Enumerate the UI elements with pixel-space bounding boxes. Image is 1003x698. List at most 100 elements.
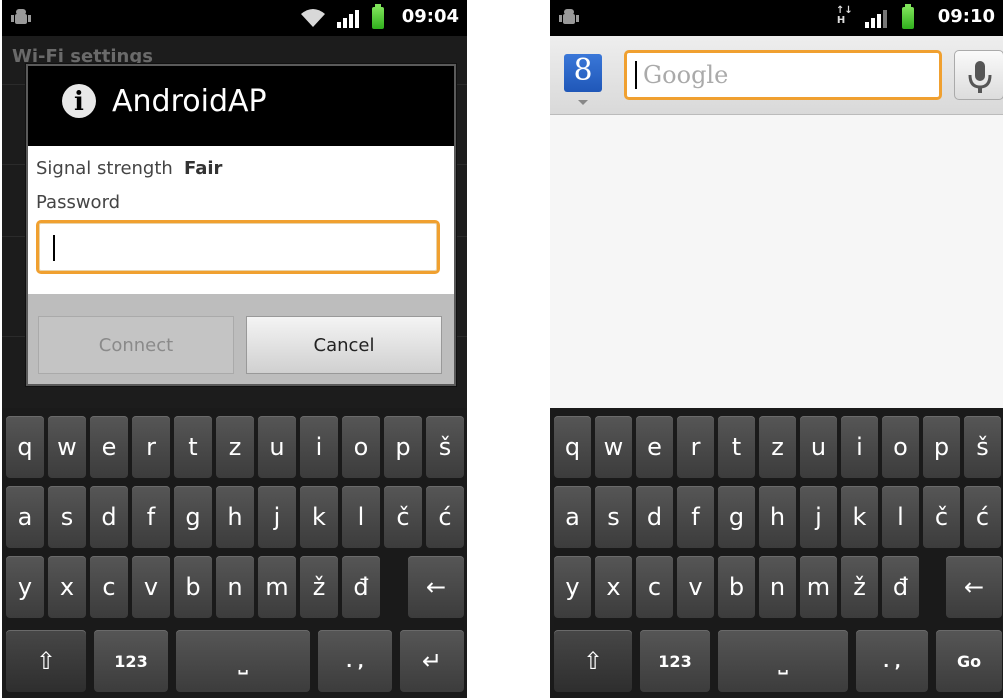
status-time: 09:04 bbox=[401, 6, 459, 27]
google-search-source-button[interactable]: 8 bbox=[564, 54, 602, 92]
dialog-title: AndroidAP bbox=[112, 84, 267, 119]
key-b[interactable]: b bbox=[174, 556, 212, 618]
connect-button[interactable]: Connect bbox=[38, 316, 234, 374]
key-r[interactable]: r bbox=[132, 416, 170, 478]
key-v[interactable]: v bbox=[677, 556, 714, 618]
key-h[interactable]: h bbox=[216, 486, 254, 548]
key-č[interactable]: č bbox=[923, 486, 960, 548]
key-l[interactable]: l bbox=[882, 486, 919, 548]
key-a[interactable]: a bbox=[6, 486, 44, 548]
key-e[interactable]: e bbox=[90, 416, 128, 478]
key-z[interactable]: z bbox=[216, 416, 254, 478]
key-y[interactable]: y bbox=[554, 556, 591, 618]
phone-screen-wifi-dialog: 09:04 Wi-Fi settings i AndroidAP Signal … bbox=[2, 0, 467, 698]
wifi-connect-dialog: i AndroidAP Signal strength Fair Passwor… bbox=[26, 64, 456, 386]
key-c[interactable]: c bbox=[90, 556, 128, 618]
key-ž[interactable]: ž bbox=[300, 556, 338, 618]
punctuation-key[interactable]: . , bbox=[318, 630, 392, 692]
android-notification-icon bbox=[559, 9, 579, 24]
status-bar: ↑↓ H 09:10 bbox=[550, 0, 1003, 36]
key-w[interactable]: w bbox=[48, 416, 86, 478]
shift-key[interactable]: ⇧ bbox=[6, 630, 86, 692]
key-đ[interactable]: đ bbox=[882, 556, 919, 618]
status-bar: 09:04 bbox=[2, 0, 467, 36]
key-y[interactable]: y bbox=[6, 556, 44, 618]
key-z[interactable]: z bbox=[759, 416, 796, 478]
key-g[interactable]: g bbox=[174, 486, 212, 548]
chevron-down-icon bbox=[578, 100, 588, 105]
search-placeholder: Google bbox=[643, 61, 729, 89]
key-b[interactable]: b bbox=[718, 556, 755, 618]
signal-strength-value: Fair bbox=[184, 158, 223, 179]
key-n[interactable]: n bbox=[759, 556, 796, 618]
punctuation-key[interactable]: . , bbox=[856, 630, 928, 692]
wifi-icon bbox=[301, 9, 325, 27]
key-p[interactable]: p bbox=[384, 416, 422, 478]
key-n[interactable]: n bbox=[216, 556, 254, 618]
key-i[interactable]: i bbox=[841, 416, 878, 478]
text-cursor bbox=[53, 235, 55, 261]
key-j[interactable]: j bbox=[800, 486, 837, 548]
key-f[interactable]: f bbox=[132, 486, 170, 548]
key-ć[interactable]: ć bbox=[964, 486, 1001, 548]
key-m[interactable]: m bbox=[258, 556, 296, 618]
numbers-key[interactable]: 123 bbox=[94, 630, 168, 692]
key-t[interactable]: t bbox=[718, 416, 755, 478]
key-s[interactable]: s bbox=[48, 486, 86, 548]
data-transfer-icon: ↑↓ H bbox=[836, 5, 853, 26]
key-k[interactable]: k bbox=[841, 486, 878, 548]
phone-screen-google-search: ↑↓ H 09:10 8 Google ← ⇧ 123 ⎵ . , Go qwer… bbox=[550, 0, 1003, 698]
key-k[interactable]: k bbox=[300, 486, 338, 548]
key-g[interactable]: g bbox=[718, 486, 755, 548]
key-đ[interactable]: đ bbox=[342, 556, 380, 618]
key-u[interactable]: u bbox=[258, 416, 296, 478]
key-q[interactable]: q bbox=[6, 416, 44, 478]
signal-icon bbox=[865, 10, 887, 28]
key-m[interactable]: m bbox=[800, 556, 837, 618]
key-x[interactable]: x bbox=[595, 556, 632, 618]
key-o[interactable]: o bbox=[882, 416, 919, 478]
voice-search-button[interactable] bbox=[954, 50, 1003, 100]
space-key[interactable]: ⎵ bbox=[176, 630, 310, 692]
dialog-body: Signal strength Fair Password bbox=[28, 146, 454, 294]
battery-icon bbox=[902, 4, 914, 29]
key-h[interactable]: h bbox=[759, 486, 796, 548]
google-search-input[interactable]: Google bbox=[624, 50, 942, 100]
key-d[interactable]: d bbox=[90, 486, 128, 548]
key-š[interactable]: š bbox=[964, 416, 1001, 478]
go-key[interactable]: Go bbox=[936, 630, 1002, 692]
key-ž[interactable]: ž bbox=[841, 556, 878, 618]
space-key[interactable]: ⎵ bbox=[718, 630, 848, 692]
key-ć[interactable]: ć bbox=[426, 486, 464, 548]
key-x[interactable]: x bbox=[48, 556, 86, 618]
backspace-key[interactable]: ← bbox=[946, 556, 1002, 618]
key-t[interactable]: t bbox=[174, 416, 212, 478]
key-w[interactable]: w bbox=[595, 416, 632, 478]
shift-key[interactable]: ⇧ bbox=[554, 630, 632, 692]
key-a[interactable]: a bbox=[554, 486, 591, 548]
key-q[interactable]: q bbox=[554, 416, 591, 478]
enter-key[interactable]: ↵ bbox=[400, 630, 464, 692]
key-j[interactable]: j bbox=[258, 486, 296, 548]
key-i[interactable]: i bbox=[300, 416, 338, 478]
key-č[interactable]: č bbox=[384, 486, 422, 548]
battery-icon bbox=[372, 4, 384, 29]
signal-icon bbox=[337, 10, 359, 28]
cancel-button[interactable]: Cancel bbox=[246, 316, 442, 374]
key-e[interactable]: e bbox=[636, 416, 673, 478]
key-v[interactable]: v bbox=[132, 556, 170, 618]
key-u[interactable]: u bbox=[800, 416, 837, 478]
key-s[interactable]: s bbox=[595, 486, 632, 548]
key-o[interactable]: o bbox=[342, 416, 380, 478]
text-cursor bbox=[635, 61, 637, 89]
password-input[interactable] bbox=[36, 220, 440, 274]
key-š[interactable]: š bbox=[426, 416, 464, 478]
key-d[interactable]: d bbox=[636, 486, 673, 548]
numbers-key[interactable]: 123 bbox=[640, 630, 710, 692]
key-f[interactable]: f bbox=[677, 486, 714, 548]
key-p[interactable]: p bbox=[923, 416, 960, 478]
key-r[interactable]: r bbox=[677, 416, 714, 478]
key-c[interactable]: c bbox=[636, 556, 673, 618]
key-l[interactable]: l bbox=[342, 486, 380, 548]
backspace-key[interactable]: ← bbox=[408, 556, 464, 618]
